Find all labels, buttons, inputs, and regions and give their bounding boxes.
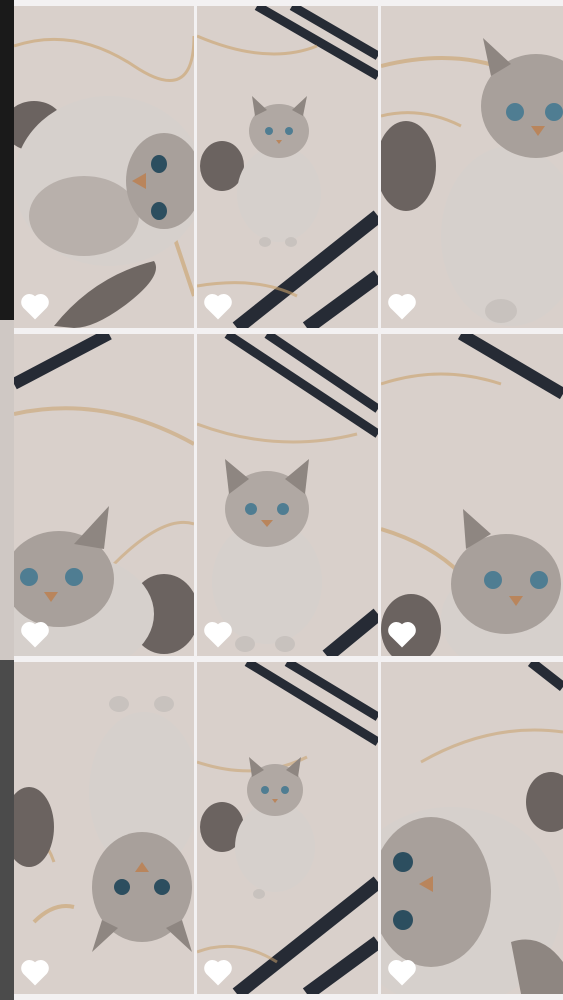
photo-tile-4[interactable] [14, 334, 194, 656]
cat-photo [197, 6, 378, 328]
photo-tile-1[interactable] [14, 6, 194, 328]
cat-photo [14, 334, 194, 656]
photo-tile-8[interactable] [197, 662, 378, 994]
heart-outline-icon[interactable] [203, 958, 233, 986]
heart-outline-icon[interactable] [387, 620, 417, 648]
heart-outline-icon[interactable] [387, 958, 417, 986]
photo-tile-6[interactable] [381, 334, 563, 656]
heart-outline-icon[interactable] [20, 620, 50, 648]
heart-outline-icon[interactable] [203, 292, 233, 320]
cat-photo [14, 662, 194, 994]
cat-photo [14, 6, 194, 328]
cat-photo [197, 334, 378, 656]
cat-photo [197, 662, 378, 994]
photo-tile-2[interactable] [197, 6, 378, 328]
photo-tile-3[interactable] [381, 6, 563, 328]
cat-photo [381, 662, 563, 994]
cat-photo [381, 6, 563, 328]
left-edge-strip [0, 0, 14, 1000]
photo-tile-5[interactable] [197, 334, 378, 656]
heart-outline-icon[interactable] [20, 292, 50, 320]
heart-outline-icon[interactable] [387, 292, 417, 320]
photo-tile-9[interactable] [381, 662, 563, 994]
heart-outline-icon[interactable] [203, 620, 233, 648]
photo-tile-7[interactable] [14, 662, 194, 994]
photo-grid [14, 6, 563, 994]
cat-photo [381, 334, 563, 656]
heart-outline-icon[interactable] [20, 958, 50, 986]
